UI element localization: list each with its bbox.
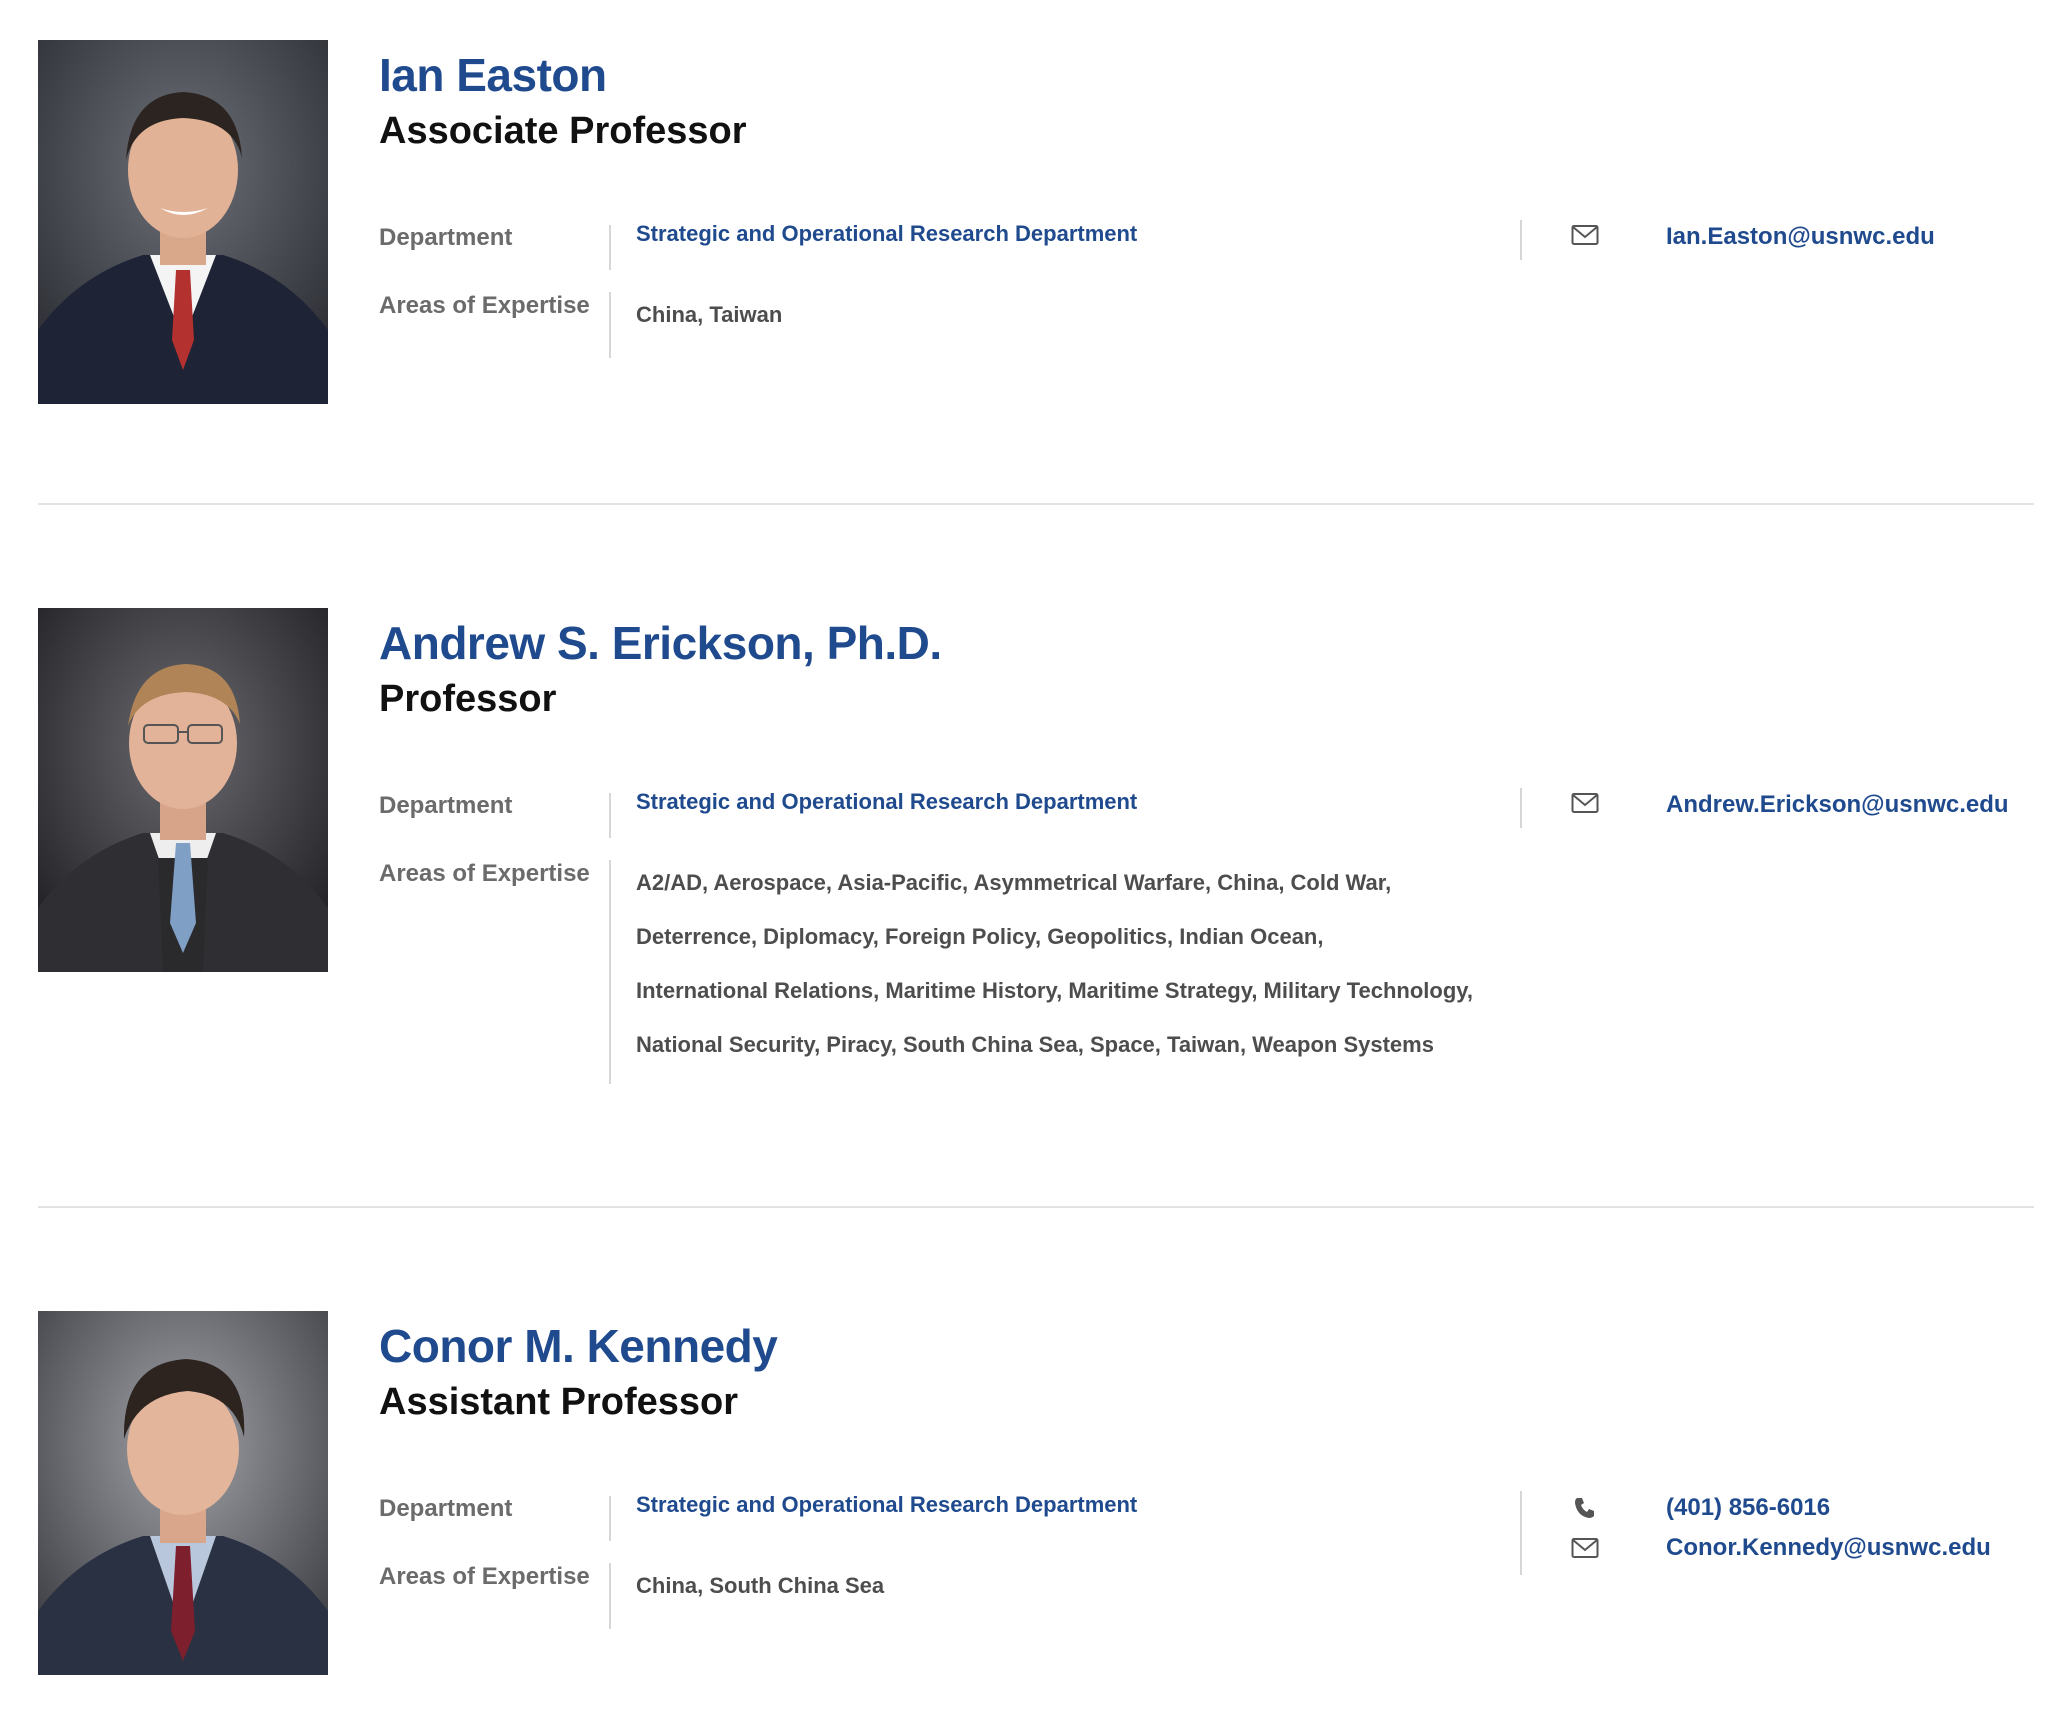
areas-of-expertise-label: Areas of Expertise xyxy=(379,1563,590,1590)
phone-icon xyxy=(1571,1496,1599,1520)
faculty-photo[interactable] xyxy=(38,608,328,972)
faculty-card: Ian Easton Associate Professor Departmen… xyxy=(38,40,2034,404)
department-label: Department xyxy=(379,792,513,819)
faculty-name[interactable]: Andrew S. Erickson, Ph.D. xyxy=(379,616,942,670)
email-link[interactable]: Conor.Kennedy@usnwc.edu xyxy=(1666,1534,1991,1562)
faculty-name[interactable]: Conor M. Kennedy xyxy=(379,1319,778,1373)
card-divider xyxy=(38,1206,2034,1208)
field-divider xyxy=(609,1496,611,1541)
field-divider xyxy=(609,1563,611,1629)
faculty-title: Professor xyxy=(379,678,557,720)
faculty-photo[interactable] xyxy=(38,40,328,404)
faculty-card: Conor M. Kennedy Assistant Professor Dep… xyxy=(38,1311,2034,1675)
field-divider xyxy=(609,860,611,1084)
portrait-image xyxy=(38,608,328,972)
department-label: Department xyxy=(379,1495,513,1522)
faculty-name[interactable]: Ian Easton xyxy=(379,48,607,102)
faculty-title: Assistant Professor xyxy=(379,1381,739,1423)
areas-of-expertise-list: China, Taiwan xyxy=(636,300,1516,354)
field-divider xyxy=(609,793,611,838)
portrait-image xyxy=(38,40,328,404)
envelope-icon xyxy=(1571,223,1599,247)
faculty-card: Andrew S. Erickson, Ph.D. Professor Depa… xyxy=(38,608,2034,1088)
faculty-title: Associate Professor xyxy=(379,110,747,152)
contact-divider xyxy=(1520,788,1522,828)
expertise-line: International Relations, Maritime Histor… xyxy=(636,978,1473,1003)
envelope-icon xyxy=(1571,791,1599,815)
portrait-image xyxy=(38,1311,328,1675)
areas-of-expertise-label: Areas of Expertise xyxy=(379,292,590,319)
faculty-photo[interactable] xyxy=(38,1311,328,1675)
field-divider xyxy=(609,292,611,358)
envelope-icon xyxy=(1571,1536,1599,1560)
expertise-line: Deterrence, Diplomacy, Foreign Policy, G… xyxy=(636,924,1324,949)
expertise-line: China, Taiwan xyxy=(636,302,783,327)
department-link[interactable]: Strategic and Operational Research Depar… xyxy=(636,789,1137,815)
contact-divider xyxy=(1520,220,1522,260)
department-link[interactable]: Strategic and Operational Research Depar… xyxy=(636,1492,1137,1518)
contact-divider xyxy=(1520,1491,1522,1575)
areas-of-expertise-list: A2/AD, Aerospace, Asia-Pacific, Asymmetr… xyxy=(636,868,1516,1084)
expertise-line: China, South China Sea xyxy=(636,1573,885,1598)
areas-of-expertise-label: Areas of Expertise xyxy=(379,860,590,887)
email-link[interactable]: Ian.Easton@usnwc.edu xyxy=(1666,223,1935,251)
phone-link[interactable]: (401) 856-6016 xyxy=(1666,1494,1830,1522)
areas-of-expertise-list: China, South China Sea xyxy=(636,1571,1516,1625)
email-link[interactable]: Andrew.Erickson@usnwc.edu xyxy=(1666,791,2009,819)
department-label: Department xyxy=(379,224,513,251)
department-link[interactable]: Strategic and Operational Research Depar… xyxy=(636,221,1137,247)
expertise-line: National Security, Piracy, South China S… xyxy=(636,1032,1434,1057)
card-divider xyxy=(38,503,2034,505)
expertise-line: A2/AD, Aerospace, Asia-Pacific, Asymmetr… xyxy=(636,870,1392,895)
field-divider xyxy=(609,225,611,270)
